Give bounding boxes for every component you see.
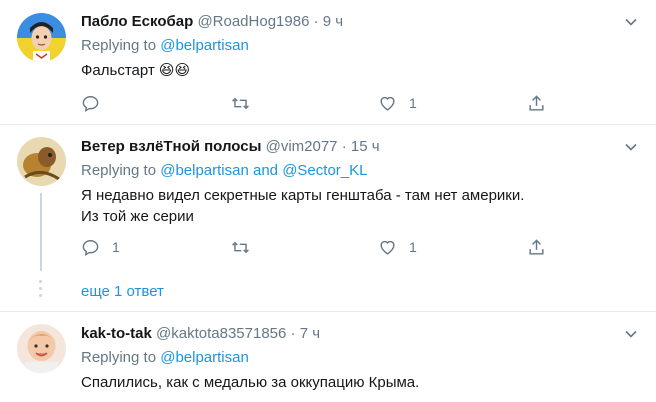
avatar[interactable]	[17, 137, 66, 186]
replying-to: Replying to @belpartisan	[81, 37, 249, 54]
retweet-icon	[232, 241, 249, 253]
replying-to: Replying to @belpartisan and @Sector_KL	[81, 162, 368, 179]
timestamp[interactable]: · 9 ч	[314, 13, 344, 30]
thread-dots	[39, 280, 43, 301]
share-icon	[529, 94, 544, 111]
mention-link[interactable]: @Sector_KL	[282, 162, 367, 179]
reply-button[interactable]	[81, 92, 100, 114]
like-button[interactable]: 1	[378, 236, 417, 258]
display-name[interactable]: Ветер взлёТной полосы	[81, 138, 261, 155]
reply-icon	[82, 95, 99, 112]
reply-icon	[82, 239, 99, 256]
share-button[interactable]	[527, 92, 546, 114]
tweet-actions: 1	[81, 92, 551, 114]
avatar[interactable]	[17, 324, 66, 373]
retweet-button[interactable]	[231, 236, 250, 258]
tweet-text: Я недавно видел секретные карты генштаба…	[81, 187, 525, 225]
tweet-3[interactable]: kak-to-tak @kaktota83571856 · 7 ч Replyi…	[0, 312, 656, 402]
tweet-header: Ветер взлёТной полосы @vim2077 · 15 ч	[81, 137, 380, 157]
display-name[interactable]: kak-to-tak	[81, 325, 152, 342]
user-handle[interactable]: @kaktota83571856	[156, 325, 286, 342]
mention-link[interactable]: @belpartisan	[160, 37, 249, 54]
retweet-button[interactable]	[231, 92, 250, 114]
tweet-1[interactable]: Пабло Ескобар @RoadHog1986 · 9 ч Replyin…	[0, 0, 656, 124]
user-handle[interactable]: @RoadHog1986	[197, 13, 309, 30]
like-button[interactable]: 1	[378, 92, 417, 114]
tweet-text: Спалились, как с медалью за оккупацию Кр…	[81, 374, 420, 391]
avatar-image	[17, 324, 66, 373]
heart-icon	[380, 96, 395, 111]
tweet-header: kak-to-tak @kaktota83571856 · 7 ч	[81, 324, 320, 344]
chevron-down-icon[interactable]	[624, 140, 638, 154]
avatar[interactable]	[17, 13, 66, 62]
avatar-image	[17, 137, 66, 186]
like-count: 1	[409, 239, 417, 255]
mention-link[interactable]: @belpartisan	[160, 162, 249, 179]
tweet-header: Пабло Ескобар @RoadHog1986 · 9 ч	[81, 12, 343, 32]
tweet-text: Фальстарт 😆😆	[81, 61, 191, 79]
timestamp[interactable]: · 7 ч	[291, 325, 321, 342]
share-button[interactable]	[527, 236, 546, 258]
replying-to: Replying to @belpartisan	[81, 349, 249, 366]
retweet-icon	[232, 97, 249, 109]
show-more-replies-link[interactable]: еще 1 ответ	[81, 282, 164, 302]
chevron-down-icon[interactable]	[624, 327, 638, 341]
tweet-actions: 1 1	[81, 236, 551, 258]
like-count: 1	[409, 95, 417, 111]
thread-line	[40, 193, 42, 271]
user-handle[interactable]: @vim2077	[266, 138, 338, 155]
avatar-image	[17, 13, 66, 62]
tweet-2[interactable]: Ветер взлёТной полосы @vim2077 · 15 ч Re…	[0, 125, 656, 311]
reply-button[interactable]: 1	[81, 236, 120, 258]
mention-link[interactable]: @belpartisan	[160, 349, 249, 366]
reply-count: 1	[112, 239, 120, 255]
display-name[interactable]: Пабло Ескобар	[81, 13, 193, 30]
heart-icon	[380, 240, 395, 255]
timestamp[interactable]: · 15 ч	[342, 138, 380, 155]
laughing-emoji-icon: 😆😆	[158, 61, 191, 79]
chevron-down-icon[interactable]	[624, 15, 638, 29]
share-icon	[529, 238, 544, 255]
